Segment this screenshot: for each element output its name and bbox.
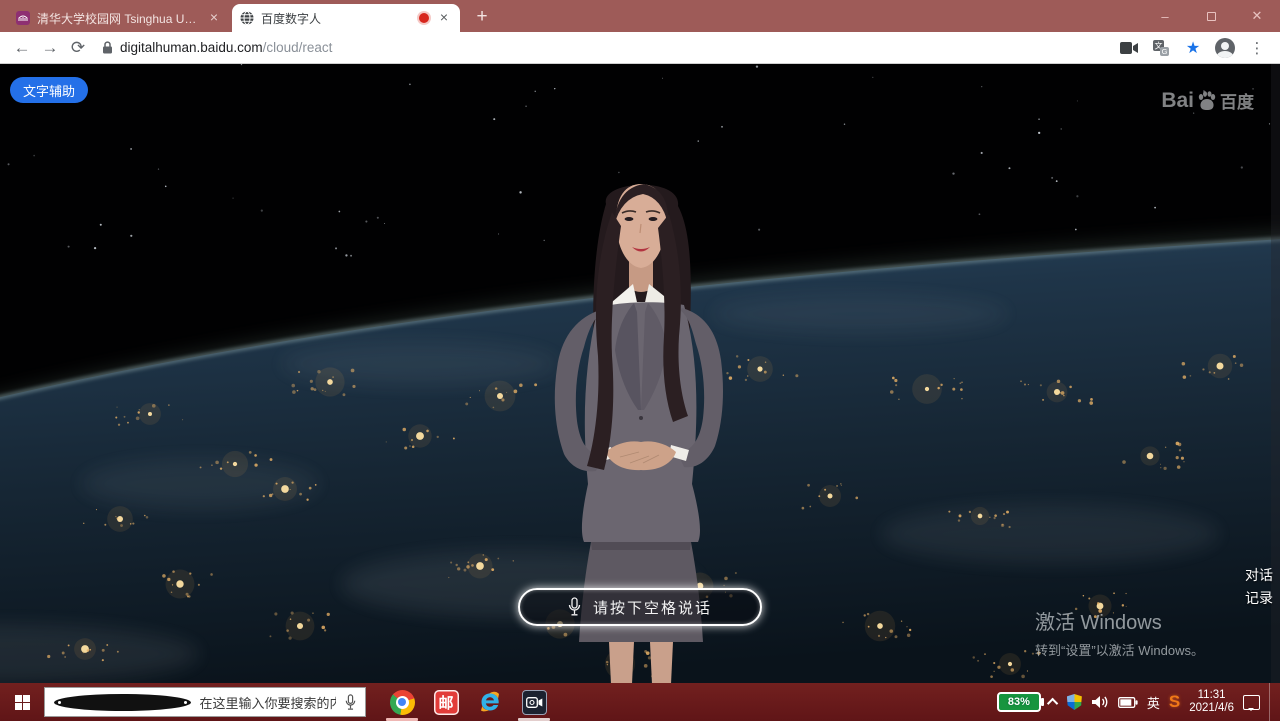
mail-icon: 邮: [434, 690, 459, 715]
close-tab-icon[interactable]: ×: [436, 10, 452, 26]
tsinghua-favicon-icon: [16, 11, 30, 25]
baidu-logo: Bai 百度: [1161, 88, 1254, 113]
chrome-icon: [390, 690, 415, 715]
new-tab-button[interactable]: +: [468, 4, 496, 32]
windows-taskbar: 在这里输入你要搜索的内容 邮: [0, 683, 1280, 721]
translate-icon[interactable]: 文G: [1148, 35, 1174, 61]
lock-icon: [102, 41, 113, 54]
ime-language-indicator[interactable]: 英: [1147, 693, 1160, 712]
address-bar: ← → ⟳ digitalhuman.baidu.com/cloud/react…: [0, 32, 1280, 64]
taskbar-apps: 邮: [380, 683, 556, 721]
push-to-talk-pill[interactable]: 请按下空格说话: [518, 588, 762, 626]
battery-status-icon[interactable]: [1118, 697, 1138, 708]
back-button[interactable]: ←: [8, 34, 36, 62]
tray-expand-icon[interactable]: [1047, 698, 1058, 709]
url-host: digitalhuman.baidu.com: [120, 40, 263, 55]
ie-taskbar-button[interactable]: [468, 683, 512, 721]
volume-icon[interactable]: [1091, 694, 1109, 710]
system-tray: 83% 英 S 11:31 2021/4/6: [997, 683, 1280, 721]
globe-favicon-icon: [240, 11, 254, 25]
url-field[interactable]: digitalhuman.baidu.com/cloud/react: [92, 34, 1116, 62]
search-mic-icon[interactable]: [345, 694, 356, 711]
recording-indicator-icon: [419, 13, 429, 23]
internet-explorer-icon: [477, 689, 503, 715]
minimize-button[interactable]: –: [1142, 0, 1188, 32]
taskbar-search-input[interactable]: 在这里输入你要搜索的内容: [44, 687, 366, 717]
close-window-button[interactable]: ✕: [1234, 0, 1280, 32]
defender-shield-icon[interactable]: [1067, 694, 1082, 710]
svg-text:G: G: [1162, 47, 1168, 56]
tab-digital-human[interactable]: 百度数字人 ×: [232, 4, 460, 32]
page-content: 文字辅助 Bai 百度 请按下空格说话 对话 记录: [0, 64, 1280, 683]
restore-button[interactable]: [1188, 0, 1234, 32]
close-tab-icon[interactable]: ×: [206, 10, 222, 26]
chrome-taskbar-button[interactable]: [380, 683, 424, 721]
show-desktop-button[interactable]: [1269, 683, 1274, 721]
address-bar-actions: 文G ★ ⋮: [1116, 35, 1272, 61]
browser-window: 清华大学校园网 Tsinghua Univ × 百度数字人 × + – ✕ ← …: [0, 0, 1280, 721]
tab-title: 百度数字人: [261, 10, 412, 27]
text-assist-button[interactable]: 文字辅助: [10, 77, 88, 103]
sogou-input-icon[interactable]: S: [1169, 692, 1180, 712]
url-path: /cloud/react: [263, 40, 333, 55]
profile-avatar[interactable]: [1212, 35, 1238, 61]
taskbar-clock[interactable]: 11:31 2021/4/6: [1189, 689, 1234, 715]
forward-button[interactable]: →: [36, 34, 64, 62]
conversation-log-tab[interactable]: 对话 记录: [1245, 564, 1273, 610]
activate-windows-watermark: 激活 Windows 转到“设置”以激活 Windows。: [1035, 606, 1204, 659]
tab-bar: 清华大学校园网 Tsinghua Univ × 百度数字人 × + – ✕: [0, 0, 1280, 32]
microphone-icon: [568, 597, 581, 617]
mail-taskbar-button[interactable]: 邮: [424, 683, 468, 721]
start-button[interactable]: [0, 683, 44, 721]
reload-button[interactable]: ⟳: [64, 34, 92, 62]
battery-percent-widget[interactable]: 83%: [997, 692, 1041, 712]
cortana-icon: [54, 694, 191, 711]
tab-title: 清华大学校园网 Tsinghua Univ: [37, 10, 199, 27]
action-center-icon[interactable]: [1243, 695, 1260, 710]
baidu-paw-icon: [1196, 90, 1218, 112]
window-controls: – ✕: [1142, 0, 1280, 32]
recorder-taskbar-button[interactable]: [512, 683, 556, 721]
bookmark-star-icon[interactable]: ★: [1180, 35, 1206, 61]
menu-dots-icon[interactable]: ⋮: [1244, 35, 1270, 61]
camera-recorder-icon: [522, 690, 547, 715]
tab-tsinghua[interactable]: 清华大学校园网 Tsinghua Univ ×: [8, 4, 230, 32]
camera-in-use-icon[interactable]: [1116, 35, 1142, 61]
windows-logo-icon: [15, 695, 30, 710]
